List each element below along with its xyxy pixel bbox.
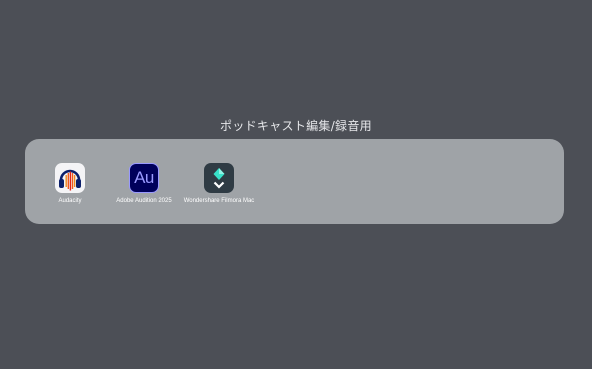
folder-title[interactable]: ポッドキャスト編集/録音用 [0, 117, 592, 135]
adobe-audition-icon[interactable]: Au [129, 163, 159, 193]
app-label: Wondershare Filmora Mac [183, 198, 255, 204]
audacity-icon[interactable] [55, 163, 85, 193]
launchpad-folder-panel: Audacity Au Adobe Audition 2025 Wondersh… [25, 139, 564, 224]
app-wondershare-filmora[interactable]: Wondershare Filmora Mac [174, 162, 264, 205]
filmora-icon[interactable] [204, 163, 234, 193]
